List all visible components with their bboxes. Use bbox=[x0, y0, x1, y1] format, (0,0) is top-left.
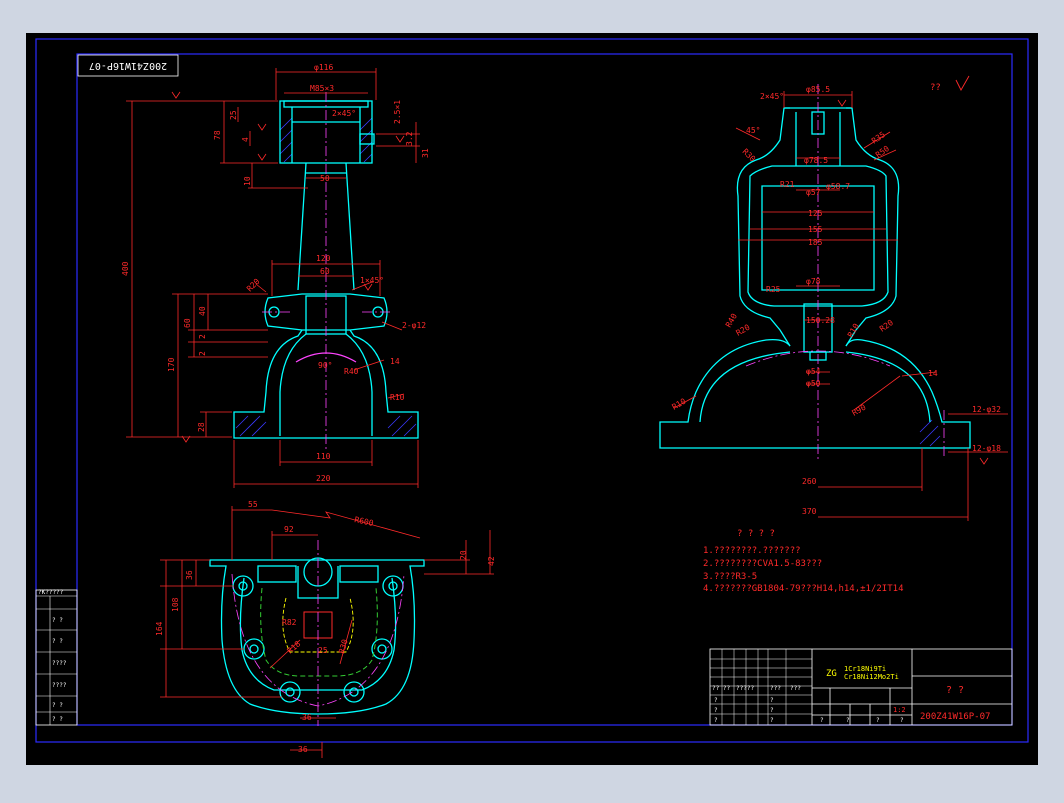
dim-h60: 60 bbox=[183, 318, 192, 328]
dim-t14: 14 bbox=[390, 357, 400, 366]
strip-cell-5: ? ? bbox=[52, 702, 63, 709]
side-dim-r21: R21 bbox=[780, 180, 795, 189]
tb-cell-6: ? bbox=[770, 717, 774, 724]
cad-canvas[interactable]: 200Z41W16P-07 φ116 M85×3 2×45° 2.5×1 78 … bbox=[0, 0, 1064, 798]
strip-cell-4: ???? bbox=[52, 682, 67, 689]
tb-cell-8: ? bbox=[846, 717, 850, 724]
tb-material-2: Cr18Ni12Mo2Ti bbox=[844, 673, 899, 681]
dim-r10: R10 bbox=[390, 393, 405, 402]
side-dim-t14: 14 bbox=[928, 369, 938, 378]
note-line-1: 1.????????.??????? bbox=[703, 546, 801, 556]
tb-row-label-4: ??? bbox=[790, 685, 801, 692]
note-line-4: 4.???????GB1804-79???H14,h14,±1/2IT14 bbox=[703, 584, 903, 594]
side-dim-d785: φ78.5 bbox=[804, 156, 828, 165]
tb-scale: 1:2 bbox=[893, 706, 906, 714]
dim-h10: 10 bbox=[243, 176, 252, 186]
tb-cell-4: ? bbox=[770, 697, 774, 704]
side-dim-w185: 185 bbox=[808, 238, 823, 247]
dim-h2b: 2 bbox=[198, 351, 207, 356]
dim-thread: M85×3 bbox=[310, 84, 334, 93]
plan-dim-r82: R82 bbox=[282, 618, 297, 627]
tb-cell-7: ? bbox=[820, 717, 824, 724]
strip-cell-1: ? ? bbox=[52, 617, 63, 624]
note-line-3: 3.????R3-5 bbox=[703, 572, 757, 582]
dim-h170: 170 bbox=[167, 357, 176, 372]
side-dim-w150: 150.28 bbox=[806, 316, 835, 325]
side-dim-a45: 45° bbox=[746, 126, 760, 135]
tb-material-1: 1Cr18Ni9Ti bbox=[844, 665, 886, 673]
dim-h78: 78 bbox=[213, 130, 222, 140]
plan-dim-h42: 42 bbox=[487, 556, 496, 566]
side-dim-w370: 370 bbox=[802, 507, 817, 516]
plan-dim-w25: 25 bbox=[318, 646, 328, 655]
cad-drawing-window: 200Z41W16P-07 φ116 M85×3 2×45° 2.5×1 78 … bbox=[0, 0, 1064, 798]
side-dim-w125: 125 bbox=[808, 209, 823, 218]
side-dim-holes18: 12-φ18 bbox=[972, 444, 1001, 453]
tb-cell-10: ? bbox=[900, 717, 904, 724]
dim-holes: 2-φ12 bbox=[402, 321, 426, 330]
dim-h4: 4 bbox=[241, 137, 250, 142]
dim-w50: 50 bbox=[320, 174, 330, 183]
tb-cell-9: ? bbox=[876, 717, 880, 724]
notes-title: ? ? ? ? bbox=[737, 529, 775, 539]
tb-cell-1: ? bbox=[714, 697, 718, 704]
plan-dim-h108: 108 bbox=[171, 597, 180, 612]
note-line-2: 2.????????CVA1.5-83??? bbox=[703, 559, 822, 569]
dim-c145: 1×45° bbox=[360, 276, 384, 285]
side-dim-r25: R25 bbox=[766, 285, 781, 294]
dim-v34: 3.2 bbox=[405, 131, 414, 146]
tb-row-label-1: ?? ?? bbox=[712, 685, 730, 692]
strip-cell-2: ? ? bbox=[52, 638, 63, 645]
side-dim-d50: φ50 bbox=[806, 379, 821, 388]
side-dim-d85: φ85.5 bbox=[806, 85, 830, 94]
dim-d116: φ116 bbox=[314, 63, 333, 72]
plan-dim-h36: 36 bbox=[185, 570, 194, 580]
dim-h25: 25 bbox=[229, 110, 238, 120]
dim-h400: 400 bbox=[121, 261, 130, 276]
dim-h40: 40 bbox=[198, 306, 207, 316]
tb-row-label-2: ????? bbox=[736, 685, 754, 692]
tb-material-prefix: ZG bbox=[826, 669, 837, 679]
plan-dim-h20: 20 bbox=[459, 550, 468, 560]
side-dim-w260: 260 bbox=[802, 477, 817, 486]
side-dim-holes32: 12-φ32 bbox=[972, 405, 1001, 414]
dim-w60: 60 bbox=[320, 267, 330, 276]
dim-a90: 90° bbox=[318, 361, 332, 370]
side-dim-d54: φ54 bbox=[806, 367, 821, 376]
dim-gap: 2.5×1 bbox=[393, 100, 402, 124]
side-dim-d58: φ58.7 bbox=[826, 182, 850, 191]
plan-dim-w36: 36 bbox=[302, 713, 312, 722]
side-dim-d57: φ57 bbox=[806, 188, 821, 197]
side-dim-d78: φ78 bbox=[806, 277, 821, 286]
dim-r40: R40 bbox=[344, 367, 359, 376]
plan-dim-w92: 92 bbox=[284, 525, 294, 534]
tb-cell-5: ? bbox=[770, 707, 774, 714]
strip-cell-3: ???? bbox=[52, 660, 67, 667]
dim-w110: 110 bbox=[316, 452, 331, 461]
strip-cell-6: ? ? bbox=[52, 716, 63, 723]
side-dim-chamfer: 2×45° bbox=[760, 92, 784, 101]
dim-w220: 220 bbox=[316, 474, 331, 483]
plan-dim-w36b: 36 bbox=[298, 745, 308, 754]
side-dim-w155: 155 bbox=[808, 225, 823, 234]
dim-h2a: 2 bbox=[198, 334, 207, 339]
tb-row-label-3: ??? bbox=[770, 685, 781, 692]
dim-h31: 31 bbox=[421, 148, 430, 158]
strip-label: ?K????? bbox=[38, 589, 64, 596]
plan-dim-h164: 164 bbox=[155, 621, 164, 636]
plan-dim-w55: 55 bbox=[248, 500, 258, 509]
corner-code-text: 200Z41W16P-07 bbox=[89, 60, 167, 71]
tb-cell-2: ? bbox=[714, 707, 718, 714]
dim-h28: 28 bbox=[197, 422, 206, 432]
tb-part-name: ? ? bbox=[946, 685, 964, 696]
tb-cell-3: ? bbox=[714, 717, 718, 724]
tb-drawing-no: 200Z41W16P-07 bbox=[920, 712, 990, 722]
roughness-note: ?? bbox=[930, 83, 941, 93]
dim-chamfer: 2×45° bbox=[332, 109, 356, 118]
dim-w120: 120 bbox=[316, 254, 331, 263]
